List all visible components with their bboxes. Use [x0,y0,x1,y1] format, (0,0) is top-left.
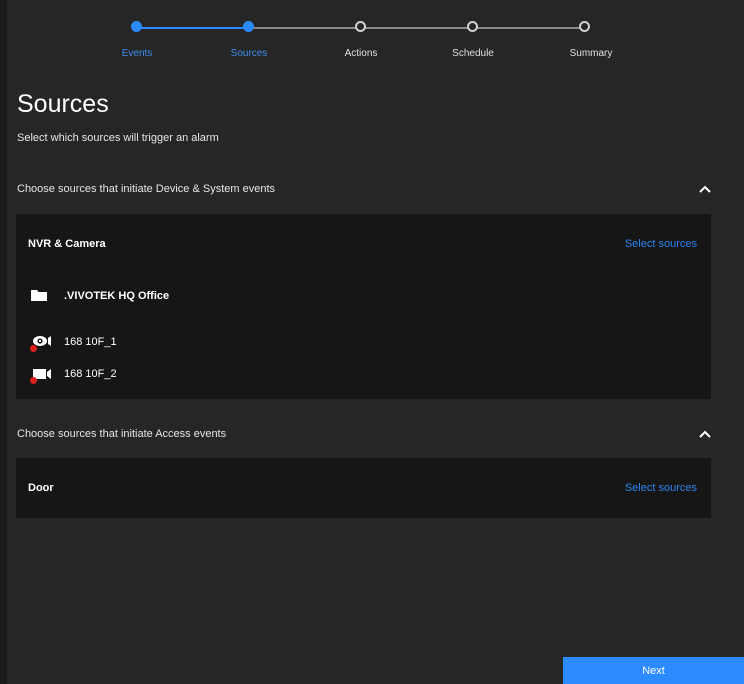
wizard-panel: Events Sources Actions Schedule Summary … [7,0,744,684]
door-title: Door [28,482,54,494]
fisheye-camera-icon [30,334,52,352]
chevron-up-icon[interactable] [698,427,712,441]
camera-row[interactable]: 168 10F_2 [30,364,117,384]
next-button[interactable]: Next [563,657,744,684]
device-section-header[interactable]: Choose sources that initiate Device & Sy… [17,183,714,205]
folder-row[interactable]: .VIVOTEK HQ Office [30,286,169,306]
folder-label: .VIVOTEK HQ Office [64,290,170,302]
page-subtitle: Select which sources will trigger an ala… [17,132,219,144]
step-summary-label[interactable]: Summary [570,48,613,59]
access-section-title: Choose sources that initiate Access even… [17,428,227,440]
video-camera-icon [30,366,52,384]
step-sources-label[interactable]: Sources [231,48,268,59]
nvr-camera-title: NVR & Camera [28,238,106,250]
step-actions-label[interactable]: Actions [345,48,378,59]
nvr-camera-card: NVR & Camera Select sources .VIVOTEK HQ … [16,214,711,399]
camera-row[interactable]: 168 10F_1 [30,332,117,352]
door-card: Door Select sources [16,458,711,518]
step-summary-indicator[interactable] [579,21,590,32]
access-section-header[interactable]: Choose sources that initiate Access even… [17,428,714,450]
device-section-title: Choose sources that initiate Device & Sy… [17,183,276,195]
step-schedule-label[interactable]: Schedule [452,48,494,59]
step-events-indicator[interactable] [131,21,142,32]
folder-icon [30,288,52,304]
offline-status-dot [30,377,37,384]
select-access-sources-link[interactable]: Select sources [625,482,697,494]
step-schedule-indicator[interactable] [467,21,478,32]
step-actions-indicator[interactable] [355,21,366,32]
camera-name: 168 10F_2 [64,368,117,380]
step-connector [361,27,473,29]
page-title: Sources [17,90,109,118]
wizard-stepper: Events Sources Actions Schedule Summary [7,0,744,70]
chevron-up-icon[interactable] [698,182,712,196]
select-device-sources-link[interactable]: Select sources [625,238,697,250]
offline-status-dot [30,345,37,352]
step-events-label[interactable]: Events [122,48,153,59]
step-connector [249,27,361,29]
step-connector [137,27,249,29]
step-connector [473,27,585,29]
camera-name: 168 10F_1 [64,336,117,348]
step-sources-indicator[interactable] [243,21,254,32]
